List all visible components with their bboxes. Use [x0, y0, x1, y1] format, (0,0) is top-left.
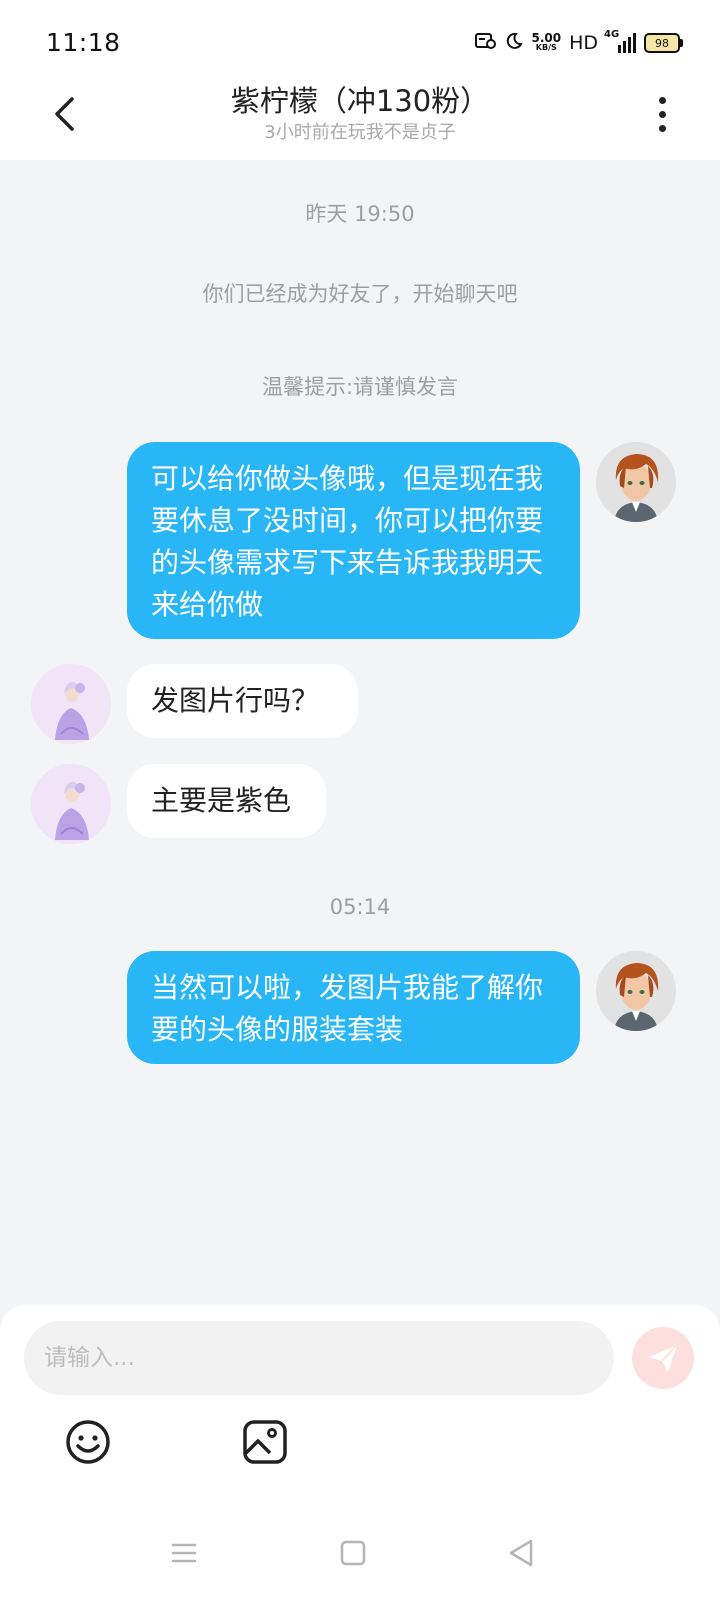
emoji-icon [66, 1420, 110, 1464]
contact-status: 3小时前在玩我不是贞子 [264, 122, 456, 143]
emoji-button[interactable] [61, 1415, 115, 1469]
send-icon [649, 1344, 678, 1372]
female-avatar-icon [31, 764, 111, 844]
image-button[interactable] [238, 1415, 292, 1469]
do-not-disturb-icon [505, 32, 524, 54]
male-avatar-icon [596, 442, 676, 522]
home-square-icon [340, 1540, 366, 1566]
received-message-bubble[interactable]: 主要是紫色 [127, 764, 326, 838]
signal-icon: 4G [604, 29, 636, 53]
menu-nav-button[interactable] [164, 1533, 204, 1573]
message-list[interactable]: 昨天 19:50 你们已经成为好友了，开始聊天吧 温馨提示:请谨慎发言 可以给你… [0, 160, 720, 1305]
speed-value: 5.00 [531, 31, 562, 45]
speed-unit: KB/S [535, 43, 557, 52]
home-nav-button[interactable] [333, 1533, 373, 1573]
received-message-bubble[interactable]: 发图片行吗？ [127, 664, 358, 738]
warning-notice: 温馨提示:请谨慎发言 [261, 375, 459, 399]
female-avatar-icon [31, 664, 111, 744]
sent-message-bubble[interactable]: 可以给你做头像哦，但是现在我要休息了没时间，你可以把你要的头像需求写下来告诉我我… [127, 442, 580, 639]
system-nav-bar [0, 1525, 720, 1585]
back-nav-button[interactable] [501, 1533, 541, 1573]
battery-icon: 98 [644, 33, 683, 53]
hd-label: HD [569, 32, 598, 54]
sent-message-bubble[interactable]: 当然可以啦，发图片我能了解你要的头像的服装套装 [127, 951, 580, 1064]
status-icons: 5.00 KB/S HD 4G 98 [475, 29, 683, 56]
more-dot-icon [658, 124, 666, 132]
network-type: 4G [604, 29, 620, 40]
friend-added-notice: 你们已经成为好友了，开始聊天吧 [202, 282, 518, 306]
contact-avatar[interactable] [31, 764, 111, 844]
more-dot-icon [658, 110, 666, 118]
composer-panel [0, 1305, 720, 1600]
my-avatar[interactable] [596, 442, 676, 522]
timestamp: 昨天 19:50 [305, 202, 415, 226]
send-button[interactable] [632, 1327, 694, 1389]
timestamp: 05:14 [329, 895, 391, 919]
male-avatar-icon [596, 951, 676, 1031]
more-dot-icon [658, 96, 666, 104]
contact-name: 紫柠檬（冲130粉） [230, 84, 490, 118]
more-options-button[interactable] [644, 92, 680, 136]
contact-avatar[interactable] [31, 664, 111, 744]
network-speed: 5.00 KB/S [531, 31, 562, 53]
status-bar: 11:18 5.00 KB/S HD 4G 98 [0, 0, 720, 72]
my-avatar[interactable] [596, 951, 676, 1031]
triangle-back-icon [509, 1539, 533, 1567]
message-input[interactable] [24, 1321, 614, 1395]
menu-icon [171, 1543, 197, 1563]
privacy-icon [475, 32, 497, 54]
chat-header: 紫柠檬（冲130粉） 3小时前在玩我不是贞子 [0, 72, 720, 160]
status-time: 11:18 [46, 28, 121, 57]
image-icon [243, 1420, 287, 1464]
